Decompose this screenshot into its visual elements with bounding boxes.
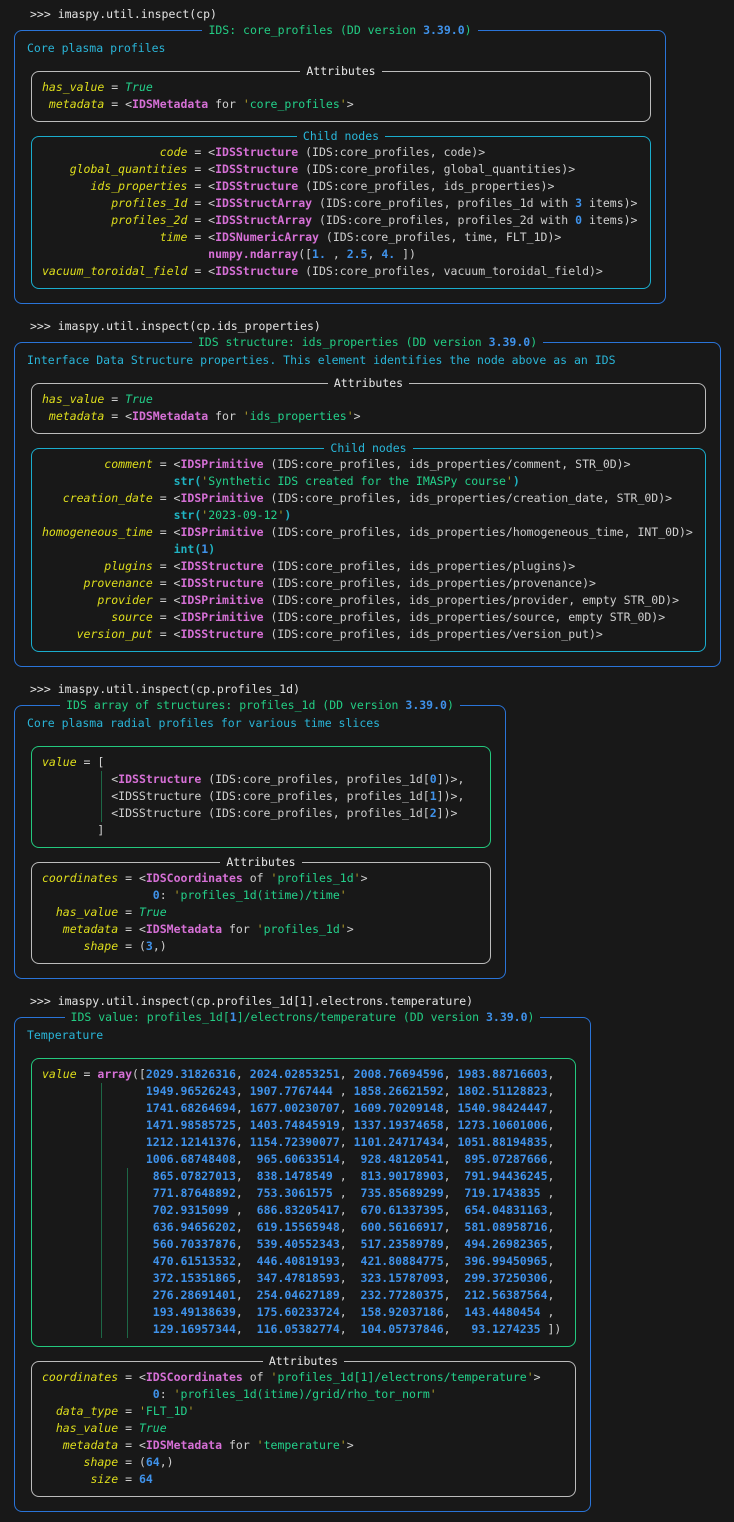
output-line: 1741.68264694, 1677.00230707, 1609.70209… — [42, 1100, 565, 1117]
repl-prompt: >>> imaspy.util.inspect(cp.profiles_1d) — [30, 681, 734, 698]
attributes-box: Attributeshas_value = True metadata = <I… — [31, 383, 706, 434]
box-title: Child nodes — [32, 440, 705, 457]
attributes-box: Attributescoordinates = <IDSCoordinates … — [31, 1361, 576, 1497]
box-title: Attributes — [32, 375, 705, 392]
box-title: Attributes — [32, 854, 490, 871]
terminal-output[interactable]: >>> imaspy.util.inspect(cp)IDS: core_pro… — [14, 6, 734, 1512]
output-line: metadata = <IDSMetadata for 'temperature… — [42, 1437, 565, 1454]
output-line: 771.87648892, 753.3061575 , 735.85689299… — [42, 1185, 565, 1202]
output-line: provenance = <IDSStructure (IDS:core_pro… — [42, 575, 695, 592]
output-line: str('2023-09-12') — [42, 507, 695, 524]
output-line: 702.9315099 , 686.83205417, 670.61337395… — [42, 1202, 565, 1219]
output-line: shape = (3,) — [42, 938, 480, 955]
output-line: int(1) — [42, 541, 695, 558]
output-line: coordinates = <IDSCoordinates of 'profil… — [42, 870, 480, 887]
output-line: 1006.68748408, 965.60633514, 928.4812054… — [42, 1151, 565, 1168]
output-line: <IDSStructure (IDS:core_profiles, profil… — [42, 788, 480, 805]
indent-guide — [101, 1083, 102, 1338]
output-line: ] — [42, 822, 480, 839]
output-line: 0: 'profiles_1d(itime)/grid/rho_tor_norm… — [42, 1386, 565, 1403]
output-line: version_put = <IDSStructure (IDS:core_pr… — [42, 626, 695, 643]
value-box: value = [ <IDSStructure (IDS:core_profil… — [31, 746, 491, 848]
output-line: 0: 'profiles_1d(itime)/time' — [42, 887, 480, 904]
output-line: source = <IDSPrimitive (IDS:core_profile… — [42, 609, 695, 626]
output-line: plugins = <IDSStructure (IDS:core_profil… — [42, 558, 695, 575]
output-line: value = array([2029.31826316, 2024.02853… — [42, 1066, 565, 1083]
repl-prompt: >>> imaspy.util.inspect(cp) — [30, 6, 734, 23]
output-line: 276.28691401, 254.04627189, 232.77280375… — [42, 1287, 565, 1304]
output-line: provider = <IDSPrimitive (IDS:core_profi… — [42, 592, 695, 609]
output-line: code = <IDSStructure (IDS:core_profiles,… — [42, 144, 640, 161]
panel-title: IDS value: profiles_1d[1]/electrons/temp… — [15, 1009, 590, 1026]
box-title: Attributes — [32, 63, 650, 80]
panel-ids-core-profiles: IDS: core_profiles (DD version 3.39.0)Co… — [14, 30, 666, 304]
indent-guide — [127, 1168, 128, 1338]
output-line: metadata = <IDSMetadata for 'profiles_1d… — [42, 921, 480, 938]
panel-title: IDS array of structures: profiles_1d (DD… — [15, 697, 505, 714]
output-line: 636.94656202, 619.15565948, 600.56166917… — [42, 1219, 565, 1236]
box-title: Attributes — [32, 1353, 575, 1370]
output-line: 1949.96526243, 1907.7767444 , 1858.26621… — [42, 1083, 565, 1100]
output-line: metadata = <IDSMetadata for 'ids_propert… — [42, 408, 695, 425]
output-line: coordinates = <IDSCoordinates of 'profil… — [42, 1369, 565, 1386]
output-line: comment = <IDSPrimitive (IDS:core_profil… — [42, 456, 695, 473]
panel-title: IDS structure: ids_properties (DD versio… — [15, 334, 720, 351]
output-line: 129.16957344, 116.05382774, 104.05737846… — [42, 1321, 565, 1338]
output-line: profiles_2d = <IDSStructArray (IDS:core_… — [42, 212, 640, 229]
output-line: 470.61513532, 446.40819193, 421.80884775… — [42, 1253, 565, 1270]
output-line: 193.49138639, 175.60233724, 158.92037186… — [42, 1304, 565, 1321]
output-line: <IDSStructure (IDS:core_profiles, profil… — [42, 805, 480, 822]
output-line: 1212.12141376, 1154.72390077, 1101.24717… — [42, 1134, 565, 1151]
box-title: Child nodes — [32, 128, 650, 145]
output-line: has_value = True — [42, 79, 640, 96]
output-line: has_value = True — [42, 1420, 565, 1437]
output-line: profiles_1d = <IDSStructArray (IDS:core_… — [42, 195, 640, 212]
output-line: str('Synthetic IDS created for the IMASP… — [42, 473, 695, 490]
panel-description: Interface Data Structure properties. Thi… — [27, 352, 720, 369]
output-line: global_quantities = <IDSStructure (IDS:c… — [42, 161, 640, 178]
panel-ids-value-temperature: IDS value: profiles_1d[1]/electrons/temp… — [14, 1017, 591, 1512]
indent-guide — [101, 771, 102, 822]
output-line: <IDSStructure (IDS:core_profiles, profil… — [42, 771, 480, 788]
output-line: shape = (64,) — [42, 1454, 565, 1471]
panel-description: Core plasma radial profiles for various … — [27, 715, 505, 732]
attributes-box: Attributescoordinates = <IDSCoordinates … — [31, 862, 491, 964]
output-line: 1471.98585725, 1403.74845919, 1337.19374… — [42, 1117, 565, 1134]
panel-ids-array-profiles-1d: IDS array of structures: profiles_1d (DD… — [14, 705, 506, 979]
panel-ids-structure-ids-properties: IDS structure: ids_properties (DD versio… — [14, 342, 721, 667]
attributes-box: Attributeshas_value = True metadata = <I… — [31, 71, 651, 122]
output-line: size = 64 — [42, 1471, 565, 1488]
child-nodes-box: Child nodes code = <IDSStructure (IDS:co… — [31, 136, 651, 289]
output-line: value = [ — [42, 754, 480, 771]
repl-prompt: >>> imaspy.util.inspect(cp.profiles_1d[1… — [30, 993, 734, 1010]
output-line: has_value = True — [42, 391, 695, 408]
output-line: numpy.ndarray([1. , 2.5, 4. ]) — [42, 246, 640, 263]
panel-title: IDS: core_profiles (DD version 3.39.0) — [15, 22, 665, 39]
panel-description: Core plasma profiles — [27, 40, 665, 57]
output-line: has_value = True — [42, 904, 480, 921]
output-line: vacuum_toroidal_field = <IDSStructure (I… — [42, 263, 640, 280]
output-line: metadata = <IDSMetadata for 'core_profil… — [42, 96, 640, 113]
output-line: ids_properties = <IDSStructure (IDS:core… — [42, 178, 640, 195]
child-nodes-box: Child nodes comment = <IDSPrimitive (IDS… — [31, 448, 706, 652]
output-line: creation_date = <IDSPrimitive (IDS:core_… — [42, 490, 695, 507]
output-line: 560.70337876, 539.40552343, 517.23589789… — [42, 1236, 565, 1253]
output-line: data_type = 'FLT_1D' — [42, 1403, 565, 1420]
output-line: 372.15351865, 347.47818593, 323.15787093… — [42, 1270, 565, 1287]
output-line: time = <IDSNumericArray (IDS:core_profil… — [42, 229, 640, 246]
output-line: 865.07827013, 838.1478549 , 813.90178903… — [42, 1168, 565, 1185]
output-line: homogeneous_time = <IDSPrimitive (IDS:co… — [42, 524, 695, 541]
panel-description: Temperature — [27, 1027, 590, 1044]
repl-prompt: >>> imaspy.util.inspect(cp.ids_propertie… — [30, 318, 734, 335]
value-box: value = array([2029.31826316, 2024.02853… — [31, 1058, 576, 1347]
